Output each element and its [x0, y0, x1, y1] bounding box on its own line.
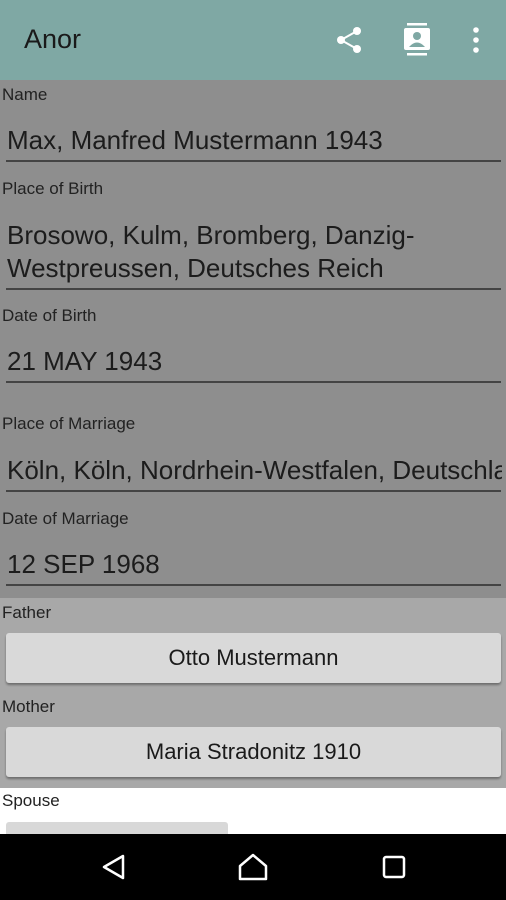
place-of-birth-value[interactable]: Brosowo, Kulm, Bromberg, Danzig-Westpreu…	[7, 219, 497, 285]
father-button[interactable]: Otto Mustermann	[6, 633, 501, 683]
date-of-marriage-underline	[6, 584, 501, 586]
place-of-birth-label: Place of Birth	[2, 179, 104, 198]
name-underline	[6, 160, 501, 162]
home-icon[interactable]	[233, 847, 273, 887]
app-title: Anor	[24, 24, 82, 54]
recents-icon[interactable]	[374, 847, 414, 887]
back-icon[interactable]	[93, 847, 133, 887]
date-of-marriage-value[interactable]: 12 SEP 1968	[7, 549, 502, 580]
father-label: Father	[2, 603, 52, 622]
name-label: Name	[2, 85, 48, 104]
name-value[interactable]: Max, Manfred Mustermann 1943	[7, 125, 502, 156]
share-icon[interactable]	[329, 20, 369, 60]
contact-card-icon[interactable]	[397, 20, 437, 60]
system-nav-bar	[0, 834, 506, 900]
place-of-marriage-value[interactable]: Köln, Köln, Nordrhein-Westfalen, Deutsch…	[7, 455, 502, 486]
place-of-marriage-label: Place of Marriage	[2, 414, 136, 433]
mother-label: Mother	[2, 697, 55, 716]
mother-button[interactable]: Maria Stradonitz 1910	[6, 727, 501, 777]
spouse-label: Spouse	[2, 791, 60, 810]
date-of-birth-label: Date of Birth	[2, 306, 97, 325]
date-of-birth-underline	[6, 381, 501, 383]
app-bar: Anor	[0, 0, 506, 80]
date-of-marriage-label: Date of Marriage	[2, 509, 129, 528]
date-of-birth-value[interactable]: 21 MAY 1943	[7, 346, 502, 377]
place-of-birth-underline	[6, 288, 501, 290]
overflow-menu-icon[interactable]	[456, 20, 496, 60]
place-of-marriage-underline	[6, 490, 501, 492]
